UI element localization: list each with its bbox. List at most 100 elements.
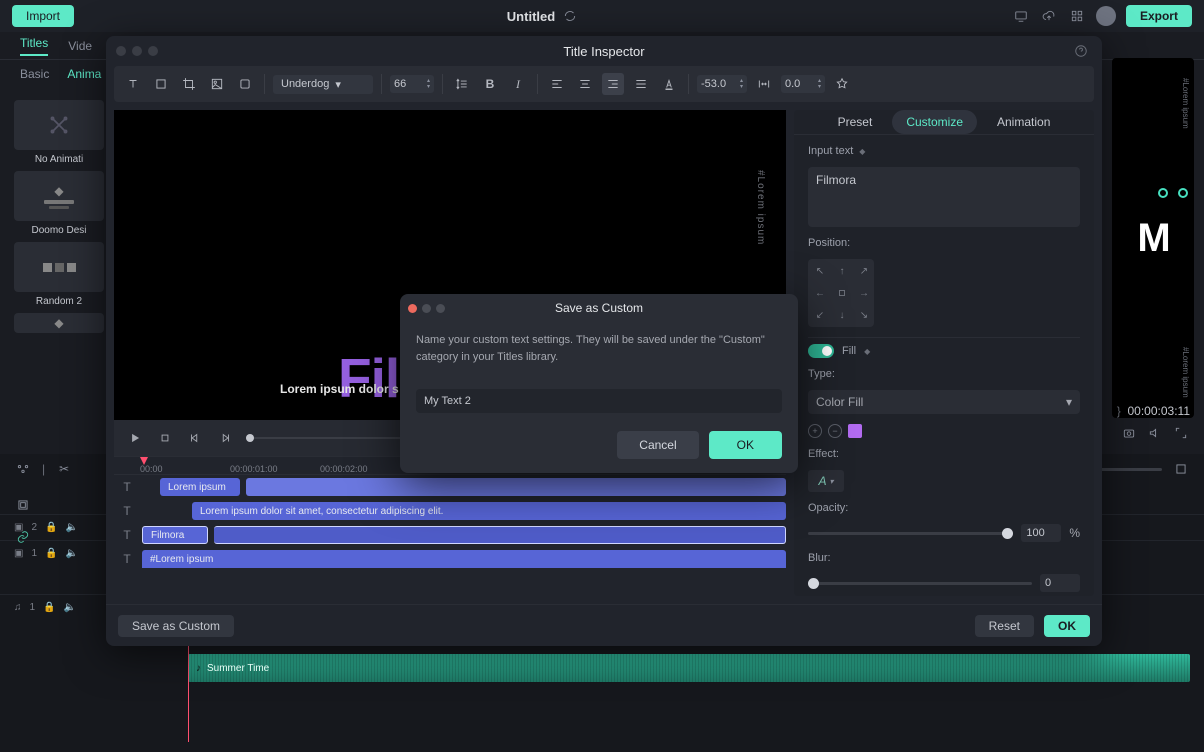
align-justify-icon[interactable]: [630, 73, 652, 95]
tab-customize[interactable]: Customize: [892, 110, 977, 134]
text-track-row[interactable]: T Lorem ipsum dolor sit amet, consectetu…: [114, 499, 786, 523]
dialog-ok-button[interactable]: OK: [709, 431, 782, 459]
audio-clip[interactable]: ♪ Summer Time: [188, 654, 1190, 682]
align-right-icon[interactable]: [602, 73, 624, 95]
text-tool-icon[interactable]: [122, 73, 144, 95]
align-left-icon[interactable]: [546, 73, 568, 95]
save-as-custom-button[interactable]: Save as Custom: [118, 615, 234, 637]
mute-icon[interactable]: 🔈: [65, 522, 77, 533]
keyframe-diamond-icon[interactable]: ◆: [859, 147, 865, 156]
transform-icon[interactable]: [150, 73, 172, 95]
anchor-e[interactable]: →: [854, 283, 874, 303]
bold-button[interactable]: B: [479, 73, 501, 95]
anchor-nw[interactable]: ↖: [810, 261, 830, 281]
tracking-input[interactable]: -53.0▴▾: [697, 75, 747, 93]
anchor-w[interactable]: ←: [810, 283, 830, 303]
leading-input[interactable]: 0.0▴▾: [781, 75, 825, 93]
presets-icon[interactable]: [831, 73, 853, 95]
settings-icon[interactable]: [14, 460, 32, 478]
step-forward-button[interactable]: [216, 429, 234, 447]
fill-toggle[interactable]: [808, 344, 834, 358]
apps-grid-icon[interactable]: [1068, 7, 1086, 25]
input-text-field[interactable]: [808, 167, 1080, 227]
add-color-button[interactable]: +: [808, 424, 822, 438]
crop-icon[interactable]: [178, 73, 200, 95]
position-anchor-grid[interactable]: ↖ ↑ ↗ ← → ↙ ↓ ↘: [808, 259, 874, 327]
lock-icon[interactable]: 🔒: [45, 548, 57, 559]
blur-slider[interactable]: [808, 582, 1032, 585]
custom-name-input[interactable]: [416, 389, 782, 413]
inspector-titlebar[interactable]: Title Inspector: [106, 36, 1102, 66]
stop-button[interactable]: [156, 429, 174, 447]
help-icon[interactable]: [1072, 42, 1090, 60]
shape-icon[interactable]: [234, 73, 256, 95]
tab-video[interactable]: Vide: [68, 39, 92, 53]
anchor-center[interactable]: [832, 283, 852, 303]
link-icon[interactable]: [14, 528, 32, 546]
anchor-s[interactable]: ↓: [832, 305, 852, 325]
text-clip-tail[interactable]: [214, 526, 786, 544]
play-button[interactable]: [126, 429, 144, 447]
monitor-icon[interactable]: [1012, 7, 1030, 25]
fullscreen-icon[interactable]: [1172, 424, 1190, 442]
lock-icon[interactable]: 🔒: [43, 602, 55, 613]
subtab-animation[interactable]: Anima: [67, 67, 101, 81]
text-clip[interactable]: #Lorem ipsum: [142, 550, 786, 568]
text-clip[interactable]: Lorem ipsum: [160, 478, 240, 496]
opacity-value[interactable]: [1021, 524, 1061, 542]
image-icon[interactable]: [206, 73, 228, 95]
text-track-row[interactable]: T Lorem ipsum: [114, 475, 786, 499]
preset-card[interactable]: No Animati: [14, 100, 104, 165]
mute-icon[interactable]: 🔈: [64, 602, 76, 613]
ok-button[interactable]: OK: [1044, 615, 1090, 637]
anchor-sw[interactable]: ↙: [810, 305, 830, 325]
fill-type-select[interactable]: Color Fill ▾: [808, 390, 1080, 414]
text-color-icon[interactable]: [658, 73, 680, 95]
dialog-description: Name your custom text settings. They wil…: [400, 322, 798, 375]
remove-color-button[interactable]: −: [828, 424, 842, 438]
line-height-icon[interactable]: [451, 73, 473, 95]
text-clip-selected[interactable]: Filmora: [142, 526, 208, 544]
cloud-upload-icon[interactable]: [1040, 7, 1058, 25]
export-button[interactable]: Export: [1126, 5, 1192, 27]
mute-icon[interactable]: 🔈: [65, 548, 77, 559]
text-clip[interactable]: Lorem ipsum dolor sit amet, consectetur …: [192, 502, 786, 520]
align-center-icon[interactable]: [574, 73, 596, 95]
preset-card[interactable]: Random 2: [14, 242, 104, 307]
import-button[interactable]: Import: [12, 5, 74, 27]
window-controls[interactable]: [116, 46, 158, 56]
anchor-ne[interactable]: ↗: [854, 261, 874, 281]
cancel-button[interactable]: Cancel: [617, 431, 698, 459]
effect-select[interactable]: A ▾: [808, 470, 844, 492]
group-icon[interactable]: [14, 496, 32, 514]
font-family-select[interactable]: Underdog▾: [273, 75, 373, 94]
blur-value[interactable]: [1040, 574, 1080, 592]
view-menu-icon[interactable]: [1172, 460, 1190, 478]
reset-button[interactable]: Reset: [975, 615, 1034, 637]
fill-color-swatch[interactable]: [848, 424, 862, 438]
volume-icon[interactable]: [1146, 424, 1164, 442]
letter-spacing-icon[interactable]: [753, 73, 775, 95]
tab-preset[interactable]: Preset: [824, 110, 887, 134]
user-avatar[interactable]: [1096, 6, 1116, 26]
anchor-n[interactable]: ↑: [832, 261, 852, 281]
anchor-se[interactable]: ↘: [854, 305, 874, 325]
tab-titles[interactable]: Titles: [20, 36, 48, 56]
opacity-slider[interactable]: [808, 532, 1013, 535]
cut-icon[interactable]: ✂: [55, 460, 73, 478]
preset-card[interactable]: ◆ Doomo Desi: [14, 171, 104, 236]
text-track-row[interactable]: T Filmora: [114, 523, 786, 547]
dialog-window-controls[interactable]: [408, 304, 445, 313]
text-track-row[interactable]: T #Lorem ipsum: [114, 547, 786, 571]
dialog-titlebar[interactable]: Save as Custom: [400, 294, 798, 322]
subtab-basic[interactable]: Basic: [20, 67, 49, 81]
text-clip-tail[interactable]: [246, 478, 786, 496]
step-back-button[interactable]: [186, 429, 204, 447]
lock-icon[interactable]: 🔒: [45, 522, 57, 533]
keyframe-diamond-icon[interactable]: ◆: [864, 347, 870, 356]
italic-button[interactable]: I: [507, 73, 529, 95]
preset-card[interactable]: ◆: [14, 313, 104, 333]
font-size-input[interactable]: 66▴▾: [390, 75, 434, 93]
snapshot-icon[interactable]: [1120, 424, 1138, 442]
tab-animation[interactable]: Animation: [983, 110, 1064, 134]
